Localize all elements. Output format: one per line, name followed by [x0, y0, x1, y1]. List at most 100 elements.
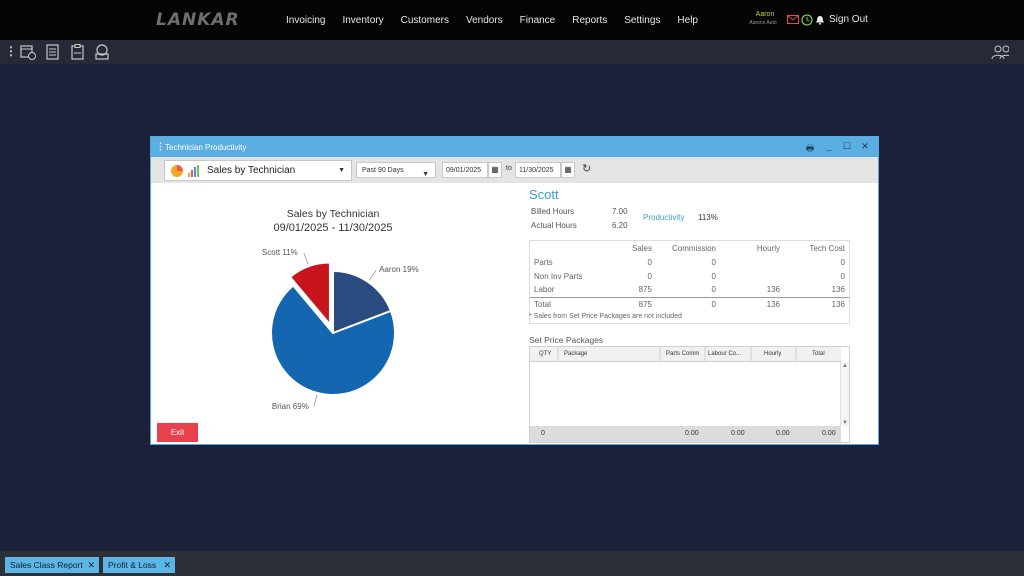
cell: 0: [711, 257, 716, 267]
packages-title: Set Price Packages: [529, 335, 604, 345]
window-titlebar[interactable]: ⋮ Technician Productivity 🖶 _ ☐ ✕: [151, 137, 878, 157]
sales-summary-table: Sales Commission Hourly Tech Cost Parts …: [529, 240, 850, 324]
mail-icon[interactable]: [787, 15, 799, 25]
cell: 0: [711, 285, 716, 295]
cell: 136: [784, 296, 849, 311]
user-info: Aaron Aarons Auto: [748, 11, 782, 26]
clipboard-icon[interactable]: [69, 43, 87, 61]
total-parts-comm: 0.00: [685, 430, 699, 437]
actual-hours-value: 6.20: [612, 221, 628, 230]
shop-name: Aarons Auto: [749, 20, 777, 26]
row-label: Non Inv Parts: [534, 271, 583, 281]
cell: [720, 269, 784, 283]
register-icon[interactable]: [93, 43, 111, 61]
nav-help[interactable]: Help: [677, 15, 698, 26]
cell: 0: [840, 271, 845, 281]
billed-hours-label: Billed Hours: [531, 207, 575, 216]
row-label: Parts: [534, 257, 553, 267]
window-menu-icon[interactable]: ⋮: [156, 141, 165, 152]
task-tab-sales-class-report[interactable]: Sales Class Report ✕: [5, 557, 99, 573]
cell: 0: [656, 296, 720, 311]
sign-out-link[interactable]: Sign Out: [829, 14, 868, 25]
toolbar-menu-icon[interactable]: ⋮: [5, 44, 17, 58]
nav-vendors[interactable]: Vendors: [466, 15, 503, 26]
cell: 136: [766, 285, 780, 295]
filter-bar: Sales by Technician ▼ Past 90 Days ▼ 09/…: [151, 157, 878, 183]
packages-scrollbar[interactable]: ▲ ▼: [840, 362, 849, 427]
date-to-input[interactable]: 11/30/2025: [515, 162, 561, 178]
productivity-value: 113%: [698, 213, 718, 222]
print-icon[interactable]: 🖶: [804, 141, 816, 153]
nav-reports[interactable]: Reports: [572, 15, 607, 26]
pie-leader-line: [303, 252, 309, 265]
column-header-commission: Commission: [671, 243, 716, 253]
total-hourly: 0.00: [776, 430, 790, 437]
chart-title-text: Sales by Technician: [286, 208, 380, 220]
clock-icon[interactable]: [801, 14, 813, 26]
technician-productivity-window: ⋮ Technician Productivity 🖶 _ ☐ ✕ Sales …: [150, 136, 879, 445]
report-type-select[interactable]: Sales by Technician ▼: [164, 160, 352, 181]
close-icon[interactable]: ✕: [859, 141, 871, 153]
pie-label-brian: Brian 69%: [271, 401, 309, 411]
calendar-clock-icon[interactable]: [19, 43, 37, 61]
nav-customers[interactable]: Customers: [401, 15, 449, 26]
cell: 136: [831, 285, 845, 295]
exit-button[interactable]: Exit: [157, 423, 198, 442]
period-select[interactable]: Past 90 Days ▼: [356, 162, 436, 178]
calendar-icon[interactable]: ▦: [488, 162, 502, 178]
actual-hours-label: Actual Hours: [531, 221, 577, 230]
cell: 875: [638, 285, 652, 295]
date-from-input[interactable]: 09/01/2025: [442, 162, 488, 178]
period-value: Past 90 Days: [362, 167, 404, 174]
table-row: Non Inv Parts 0 0 0: [530, 269, 849, 283]
users-group-icon[interactable]: [991, 43, 1009, 61]
to-label: to: [506, 165, 512, 172]
bell-icon[interactable]: [815, 15, 825, 25]
close-icon[interactable]: ✕: [163, 557, 171, 573]
cell: 136: [720, 296, 784, 311]
nav-settings[interactable]: Settings: [624, 15, 660, 26]
table-row: Labor 875 0 136 136: [530, 283, 849, 297]
scroll-up-icon[interactable]: ▲: [842, 363, 848, 369]
pie-label-scott: Scott 11%: [261, 248, 298, 258]
nav-invoicing[interactable]: Invoicing: [286, 15, 325, 26]
column-header-hourly: Hourly: [756, 243, 780, 253]
close-icon[interactable]: ✕: [87, 557, 95, 573]
technician-name: Scott: [529, 187, 559, 202]
calendar-icon[interactable]: ▦: [561, 162, 575, 178]
app-logo[interactable]: LANKAR: [156, 10, 240, 30]
column-header: [530, 241, 606, 255]
window-title: Technician Productivity: [165, 142, 247, 152]
main-nav: Invoicing Inventory Customers Vendors Fi…: [286, 0, 715, 40]
bottom-taskbar: Sales Class Report ✕ Profit & Loss ✕: [0, 551, 1024, 576]
report-type-value: Sales by Technician: [207, 165, 296, 176]
cell: 0: [647, 257, 652, 267]
top-navigation-bar: LANKAR Invoicing Inventory Customers Ven…: [0, 0, 1024, 40]
column-header-sales: Sales: [631, 243, 652, 253]
chevron-down-icon: ▼: [422, 171, 429, 178]
total-labour-comm: 0.00: [731, 430, 745, 437]
productivity-label: Productivity: [643, 213, 685, 222]
cell: 0: [711, 271, 716, 281]
cell: 0: [647, 271, 652, 281]
cell: 875: [606, 296, 656, 311]
quick-toolbar: ⋮: [0, 40, 1024, 64]
header-dividers: [557, 347, 797, 362]
cell: 0: [840, 257, 845, 267]
table-total-row: Total 875 0 136 136: [530, 296, 849, 311]
refresh-icon[interactable]: ↻: [582, 162, 591, 175]
table-footnote: * Sales from Set Price Packages are not …: [529, 313, 682, 320]
user-name: Aaron: [755, 11, 775, 18]
scroll-down-icon[interactable]: ▼: [842, 420, 848, 426]
pie-leader-line: [368, 270, 377, 281]
minimize-icon[interactable]: _: [823, 141, 835, 153]
pie-leader-line: [313, 394, 318, 407]
table-row: Parts 0 0 0: [530, 255, 849, 269]
checklist-icon[interactable]: [44, 43, 62, 61]
billed-hours-value: 7.00: [612, 207, 628, 216]
chart-report-icon: [171, 164, 199, 177]
nav-inventory[interactable]: Inventory: [342, 15, 383, 26]
maximize-icon[interactable]: ☐: [841, 141, 853, 153]
task-tab-profit-loss[interactable]: Profit & Loss ✕: [103, 557, 175, 573]
nav-finance[interactable]: Finance: [520, 15, 556, 26]
